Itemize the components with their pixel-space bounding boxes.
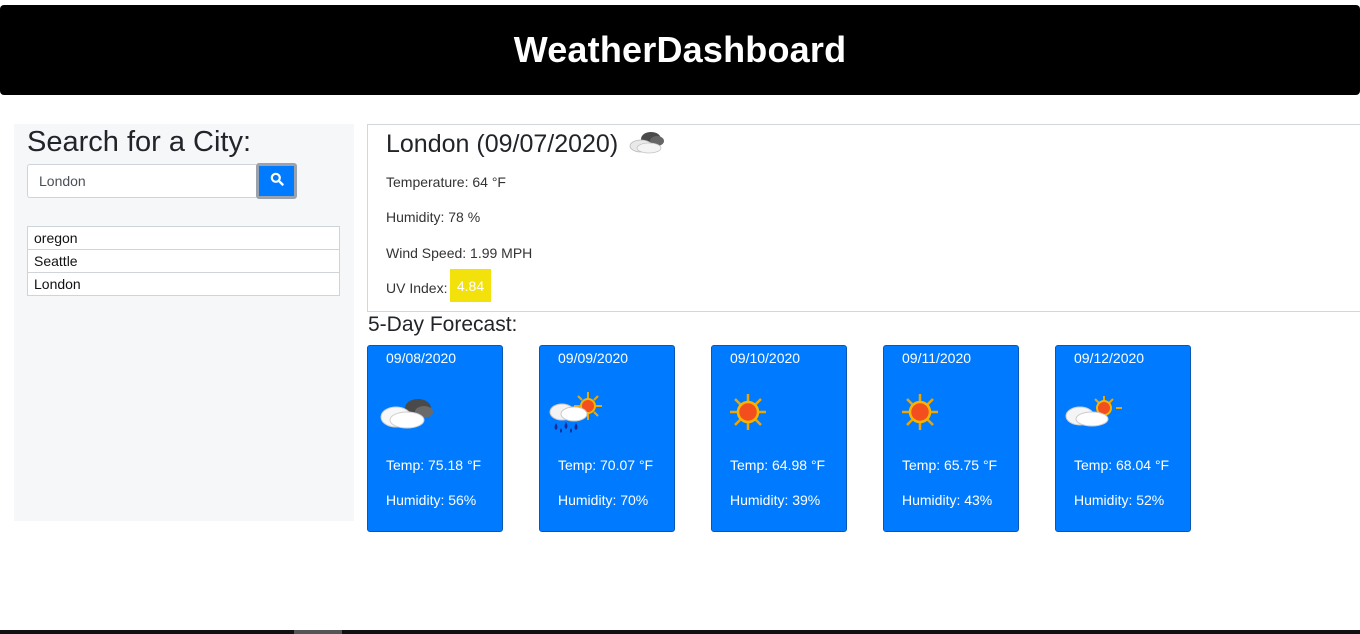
history-item-oregon[interactable]: oregon — [27, 226, 340, 250]
forecast-heading: 5-Day Forecast: — [368, 313, 518, 336]
forecast-humidity: Humidity: 52% — [1074, 492, 1165, 508]
forecast-temp: Temp: 70.07 °F — [558, 457, 654, 473]
forecast-temp: Temp: 64.98 °F — [730, 457, 826, 473]
forecast-humidity: Humidity: 70% — [558, 492, 649, 508]
forecast-date: 09/12/2020 — [1074, 350, 1145, 366]
forecast-date: 09/08/2020 — [386, 350, 457, 366]
search-icon — [270, 172, 284, 191]
search-history-list: oregon Seattle London — [27, 226, 340, 296]
sun-icon — [890, 390, 954, 439]
current-humidity: Humidity: 78 % — [386, 209, 481, 225]
search-row — [27, 163, 297, 199]
partly-cloudy-icon — [374, 390, 438, 439]
uv-index-label: UV Index: — [386, 280, 448, 296]
current-temperature: Temperature: 64 °F — [386, 174, 506, 190]
forecast-temp: Temp: 65.75 °F — [902, 457, 998, 473]
uv-index-badge: 4.84 — [450, 269, 491, 302]
forecast-humidity: Humidity: 39% — [730, 492, 821, 508]
forecast-card: 09/10/2020 Temp: 64.98 °F Humidity: 39% — [711, 345, 847, 532]
history-item-seattle[interactable]: Seattle — [27, 249, 340, 273]
forecast-temp: Temp: 68.04 °F — [1074, 457, 1170, 473]
forecast-date: 09/10/2020 — [730, 350, 801, 366]
current-wind-speed: Wind Speed: 1.99 MPH — [386, 245, 533, 261]
forecast-date: 09/11/2020 — [902, 350, 972, 366]
current-weather-panel: London (09/07/2020) Temperature: 64 °F H… — [367, 124, 1360, 312]
sun-behind-cloud-icon — [1062, 390, 1126, 439]
cloudy-icon — [627, 128, 667, 161]
page-header: WeatherDashboard — [0, 5, 1360, 95]
sun-icon — [718, 390, 782, 439]
current-title-row: London (09/07/2020) — [386, 128, 667, 161]
forecast-humidity: Humidity: 43% — [902, 492, 993, 508]
forecast-card: 09/11/2020 Temp: 65.75 °F Humidity: 43% — [883, 345, 1019, 532]
forecast-humidity: Humidity: 56% — [386, 492, 477, 508]
forecast-card: 09/09/2020 Temp: 70.07 °F Humidity: 70% — [539, 345, 675, 532]
rain-sun-icon — [546, 390, 610, 439]
forecast-card: 09/12/2020 Temp: 68.04 °F Humidity: 52% — [1055, 345, 1191, 532]
history-item-london[interactable]: London — [27, 272, 340, 296]
search-heading: Search for a City: — [27, 126, 252, 158]
forecast-temp: Temp: 75.18 °F — [386, 457, 482, 473]
search-sidebar: Search for a City: oregon Seattle London — [14, 124, 354, 521]
forecast-card: 09/08/2020 Temp: 75.18 °F Humidity: 56% — [367, 345, 503, 532]
scrollbar-thumb[interactable] — [294, 630, 342, 634]
search-button[interactable] — [256, 163, 297, 199]
page-title: WeatherDashboard — [513, 29, 847, 70]
search-input[interactable] — [27, 164, 256, 198]
horizontal-scrollbar[interactable] — [0, 630, 1360, 634]
current-city-date: London (09/07/2020) — [386, 130, 619, 158]
forecast-date: 09/09/2020 — [558, 350, 629, 366]
